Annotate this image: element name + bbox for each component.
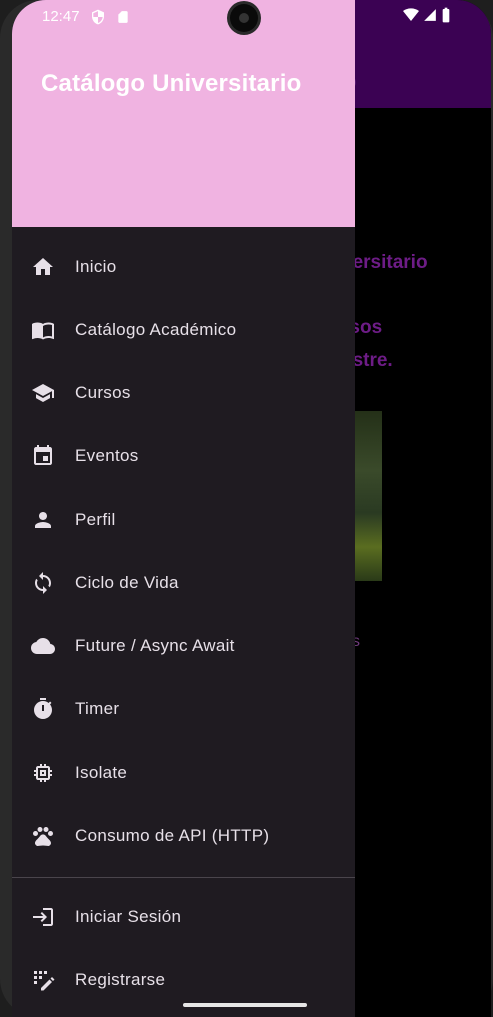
person-icon [35, 512, 51, 528]
login-icon [33, 908, 53, 926]
menu-item-isolate[interactable]: Isolate [12, 743, 355, 803]
menu-item-ciclo-de-vida[interactable]: Ciclo de Vida [12, 553, 355, 613]
paw-icon [33, 827, 53, 847]
home-icon [33, 258, 53, 275]
menu-item-iniciar-sesion[interactable]: Iniciar Sesión [12, 887, 355, 947]
menu-item-perfil[interactable]: Perfil [12, 490, 355, 550]
menu-item-label: Perfil [75, 510, 116, 529]
menu-item-catalogo-academico[interactable]: Catálogo Académico [12, 300, 355, 360]
signal-icon [424, 9, 436, 21]
screen: o versitario rsos estre. s Catálogo Univ… [12, 0, 491, 1017]
sync-icon [35, 572, 51, 594]
menu-item-label: Iniciar Sesión [75, 907, 182, 926]
menu-item-future-async-await[interactable]: Future / Async Await [12, 616, 355, 676]
menu-divider [12, 877, 355, 878]
menu-item-label: Eventos [75, 446, 139, 465]
menu-item-inicio[interactable]: Inicio [12, 237, 355, 297]
shield-icon [92, 9, 104, 24]
school-icon [32, 384, 54, 402]
status-icons-right [403, 7, 451, 23]
front-camera [230, 4, 258, 32]
menu-item-label: Timer [75, 699, 120, 718]
menu-item-label: Consumo de API (HTTP) [75, 826, 270, 845]
menu-item-label: Ciclo de Vida [75, 573, 179, 592]
sd-card-icon [117, 10, 128, 23]
battery-icon [442, 7, 450, 23]
cloud-icon [31, 638, 55, 654]
menu-item-eventos[interactable]: Eventos [12, 426, 355, 486]
menu-item-cursos[interactable]: Cursos [12, 363, 355, 423]
home-indicator[interactable] [183, 1003, 307, 1007]
menu-item-label: Isolate [75, 763, 128, 782]
calendar-icon [34, 445, 52, 465]
status-time: 12:47 [42, 8, 80, 25]
navigation-drawer: Catálogo Universitario Inicio Catálogo A… [12, 0, 355, 1017]
status-icons-left [90, 8, 130, 25]
menu-item-label: Cursos [75, 383, 131, 402]
chip-icon [34, 764, 52, 782]
menu-item-label: Registrarse [75, 970, 166, 989]
drawer-header: Catálogo Universitario [12, 0, 355, 227]
menu-item-consumo-api[interactable]: Consumo de API (HTTP) [12, 806, 355, 866]
timer-icon [34, 698, 52, 719]
register-icon [34, 971, 55, 991]
menu-item-registrarse[interactable]: Registrarse [12, 950, 355, 1010]
menu-item-label: Future / Async Await [75, 636, 235, 655]
menu-item-timer[interactable]: Timer [12, 679, 355, 739]
book-open-icon [32, 322, 54, 340]
wifi-icon [403, 8, 419, 21]
menu-item-label: Catálogo Académico [75, 320, 237, 339]
menu-item-label: Inicio [75, 257, 117, 276]
drawer-title: Catálogo Universitario [41, 70, 302, 97]
